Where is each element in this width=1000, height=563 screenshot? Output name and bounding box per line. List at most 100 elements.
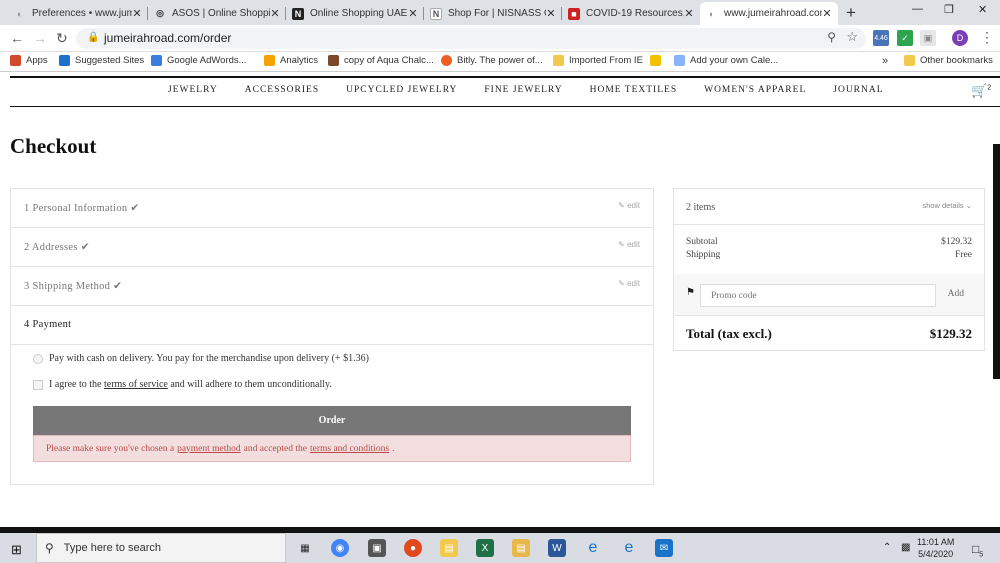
edit-label: edit	[627, 201, 640, 210]
nav-womens-apparel[interactable]: WOMEN'S APPAREL	[704, 85, 806, 95]
bookmark-aqua-chalc[interactable]: copy of Aqua Chalc...	[328, 55, 434, 66]
omnibox[interactable]: 🔒 jumeirahroad.com/order ⚲ ☆	[76, 28, 866, 49]
bookmark-add-calendar[interactable]: Add your own Cale...	[674, 55, 778, 66]
other-bookmarks[interactable]: Other bookmarks	[904, 55, 993, 66]
promo-code-input[interactable]	[700, 284, 936, 307]
bookmark-favicon-icon	[650, 55, 661, 66]
task-view-icon[interactable]: ▦	[296, 539, 314, 557]
excel-icon[interactable]: X	[476, 539, 494, 557]
terms-and-conditions-link[interactable]: terms and conditions	[310, 444, 389, 454]
bookmark-label: Add your own Cale...	[690, 55, 779, 66]
folder-icon	[553, 55, 564, 66]
payment-option-cod[interactable]: Pay with cash on delivery. You pay for t…	[33, 353, 369, 364]
edit-link[interactable]: ✎ edit	[618, 201, 640, 210]
url-text[interactable]: jumeirahroad.com/order	[104, 31, 231, 45]
chrome-icon[interactable]: ◉	[331, 539, 349, 557]
tab-noon[interactable]: N Online Shopping UAE | Noon ✕	[286, 2, 424, 25]
cart-icon[interactable]: 🛒2	[971, 83, 991, 99]
notifications-icon[interactable]: □5	[972, 542, 983, 558]
terms-checkbox[interactable]	[33, 379, 43, 390]
tray-chevron-icon[interactable]: ⌃	[883, 542, 891, 553]
store-icon[interactable]: ▣	[368, 539, 386, 557]
order-button[interactable]: Order	[33, 406, 631, 435]
nav-jewelry[interactable]: JEWELRY	[168, 85, 218, 95]
network-icon[interactable]: ▩	[901, 542, 910, 553]
step-shipping-method[interactable]: 3 Shipping Method ✔ ✎ edit	[11, 267, 653, 306]
tab-favicon-icon: ◐	[17, 8, 23, 19]
mail-icon[interactable]: ✉	[655, 539, 673, 557]
close-tab-icon[interactable]: ✕	[408, 7, 418, 20]
tab-preferences[interactable]: ◐ Preferences • www.jumeirahroad.com ✕	[8, 2, 148, 25]
tab-title: Preferences • www.jumeirahroad.com	[32, 8, 132, 19]
bookmark-bitly[interactable]: Bitly. The power of...	[441, 55, 543, 66]
bookmark-unnamed[interactable]	[650, 55, 666, 66]
bookmark-imported-from-ie[interactable]: Imported From IE	[553, 55, 643, 66]
folder-icon[interactable]: ▤	[512, 539, 530, 557]
nav-journal[interactable]: JOURNAL	[833, 85, 883, 95]
close-tab-icon[interactable]: ✕	[270, 7, 280, 20]
bookmark-google-adwords[interactable]: Google AdWords...	[151, 55, 247, 66]
bookmark-apps[interactable]: Apps	[10, 55, 48, 66]
extension-icon[interactable]: ▣	[920, 30, 936, 46]
terms-of-service-link[interactable]: terms of service	[104, 379, 168, 390]
minimize-button[interactable]: —	[912, 3, 923, 15]
taskbar-search[interactable]: ⚲ Type here to search	[36, 533, 286, 563]
app-icon[interactable]: ●	[404, 539, 422, 557]
step-label: 4 Payment	[24, 319, 71, 330]
promo-add-button[interactable]: Add	[948, 289, 964, 299]
close-tab-icon[interactable]: ✕	[684, 7, 694, 20]
forward-icon[interactable]: →	[33, 30, 47, 46]
bookmark-label: Other bookmarks	[920, 55, 993, 66]
system-clock[interactable]: 11:01 AM 5/4/2020	[917, 536, 954, 560]
close-tab-icon[interactable]: ✕	[546, 7, 556, 20]
show-details-link[interactable]: show details ⌄	[922, 201, 972, 210]
nav-upcycled-jewelry[interactable]: UPCYCLED JEWELRY	[346, 85, 457, 95]
close-tab-icon[interactable]: ✕	[132, 7, 142, 20]
check-icon: ✔	[80, 242, 90, 253]
tab-covid[interactable]: ■ COVID-19 Resources, Support ✕	[562, 2, 700, 25]
step-addresses[interactable]: 2 Addresses ✔ ✎ edit	[11, 228, 653, 267]
extension-badge-icon[interactable]: 4.46	[873, 30, 889, 46]
nav-fine-jewelry[interactable]: FINE JEWELRY	[484, 85, 562, 95]
reload-icon[interactable]: ↻	[56, 30, 68, 47]
tab-favicon-icon: ■	[568, 7, 580, 20]
word-icon[interactable]: W	[548, 539, 566, 557]
terms-agreement[interactable]: I agree to the terms of service and will…	[33, 379, 332, 390]
folder-icon	[904, 55, 915, 66]
back-icon[interactable]: ←	[10, 30, 24, 46]
nav-accessories[interactable]: ACCESSORIES	[245, 85, 319, 95]
menu-kebab-icon[interactable]: ⋮	[980, 29, 994, 46]
close-tab-icon[interactable]: ✕	[822, 7, 832, 20]
items-count: 2 items	[686, 202, 716, 213]
tab-jumeirahroad-active[interactable]: ◐ www.jumeirahroad.com ✕	[700, 2, 838, 25]
new-tab-button[interactable]: +	[846, 3, 856, 23]
step-label: 1 Personal Information ✔	[24, 202, 139, 214]
checkmark-extension-icon[interactable]: ✓	[897, 30, 913, 46]
edit-link[interactable]: ✎ edit	[618, 240, 640, 249]
bookmark-label: copy of Aqua Chalc...	[344, 55, 434, 66]
bookmark-analytics[interactable]: Analytics	[264, 55, 318, 66]
windows-start-icon[interactable]: ⊞	[11, 542, 22, 558]
restore-button[interactable]: ❐	[944, 3, 954, 16]
tab-asos[interactable]: ◎ ASOS | Online Shopping for the ✕	[148, 2, 286, 25]
edit-link[interactable]: ✎ edit	[618, 279, 640, 288]
nav-home-textiles[interactable]: HOME TEXTILES	[590, 85, 678, 95]
step-personal-information[interactable]: 1 Personal Information ✔ ✎ edit	[11, 189, 653, 228]
more-bookmarks-button[interactable]: »	[882, 55, 888, 67]
lock-icon[interactable]: 🔒	[87, 32, 99, 43]
profile-avatar[interactable]: D	[952, 30, 968, 46]
bookmark-star-icon[interactable]: ☆	[846, 29, 858, 45]
payment-radio[interactable]	[33, 353, 43, 364]
edge-icon[interactable]: e	[584, 539, 602, 557]
step-title: Personal Information	[32, 203, 128, 214]
close-window-button[interactable]: ✕	[978, 3, 987, 16]
step-title: Addresses	[31, 242, 78, 253]
terms-prefix: I agree to the	[49, 379, 102, 390]
bookmark-suggested-sites[interactable]: Suggested Sites	[59, 55, 144, 66]
internet-explorer-icon[interactable]: e	[620, 539, 638, 557]
page-scrollbar[interactable]	[993, 144, 1000, 379]
zoom-search-icon[interactable]: ⚲	[827, 30, 836, 44]
file-explorer-icon[interactable]: ▤	[440, 539, 458, 557]
payment-method-link[interactable]: payment method	[177, 444, 241, 454]
tab-nisnass[interactable]: N Shop For | NISNASS Online ✕	[424, 2, 562, 25]
